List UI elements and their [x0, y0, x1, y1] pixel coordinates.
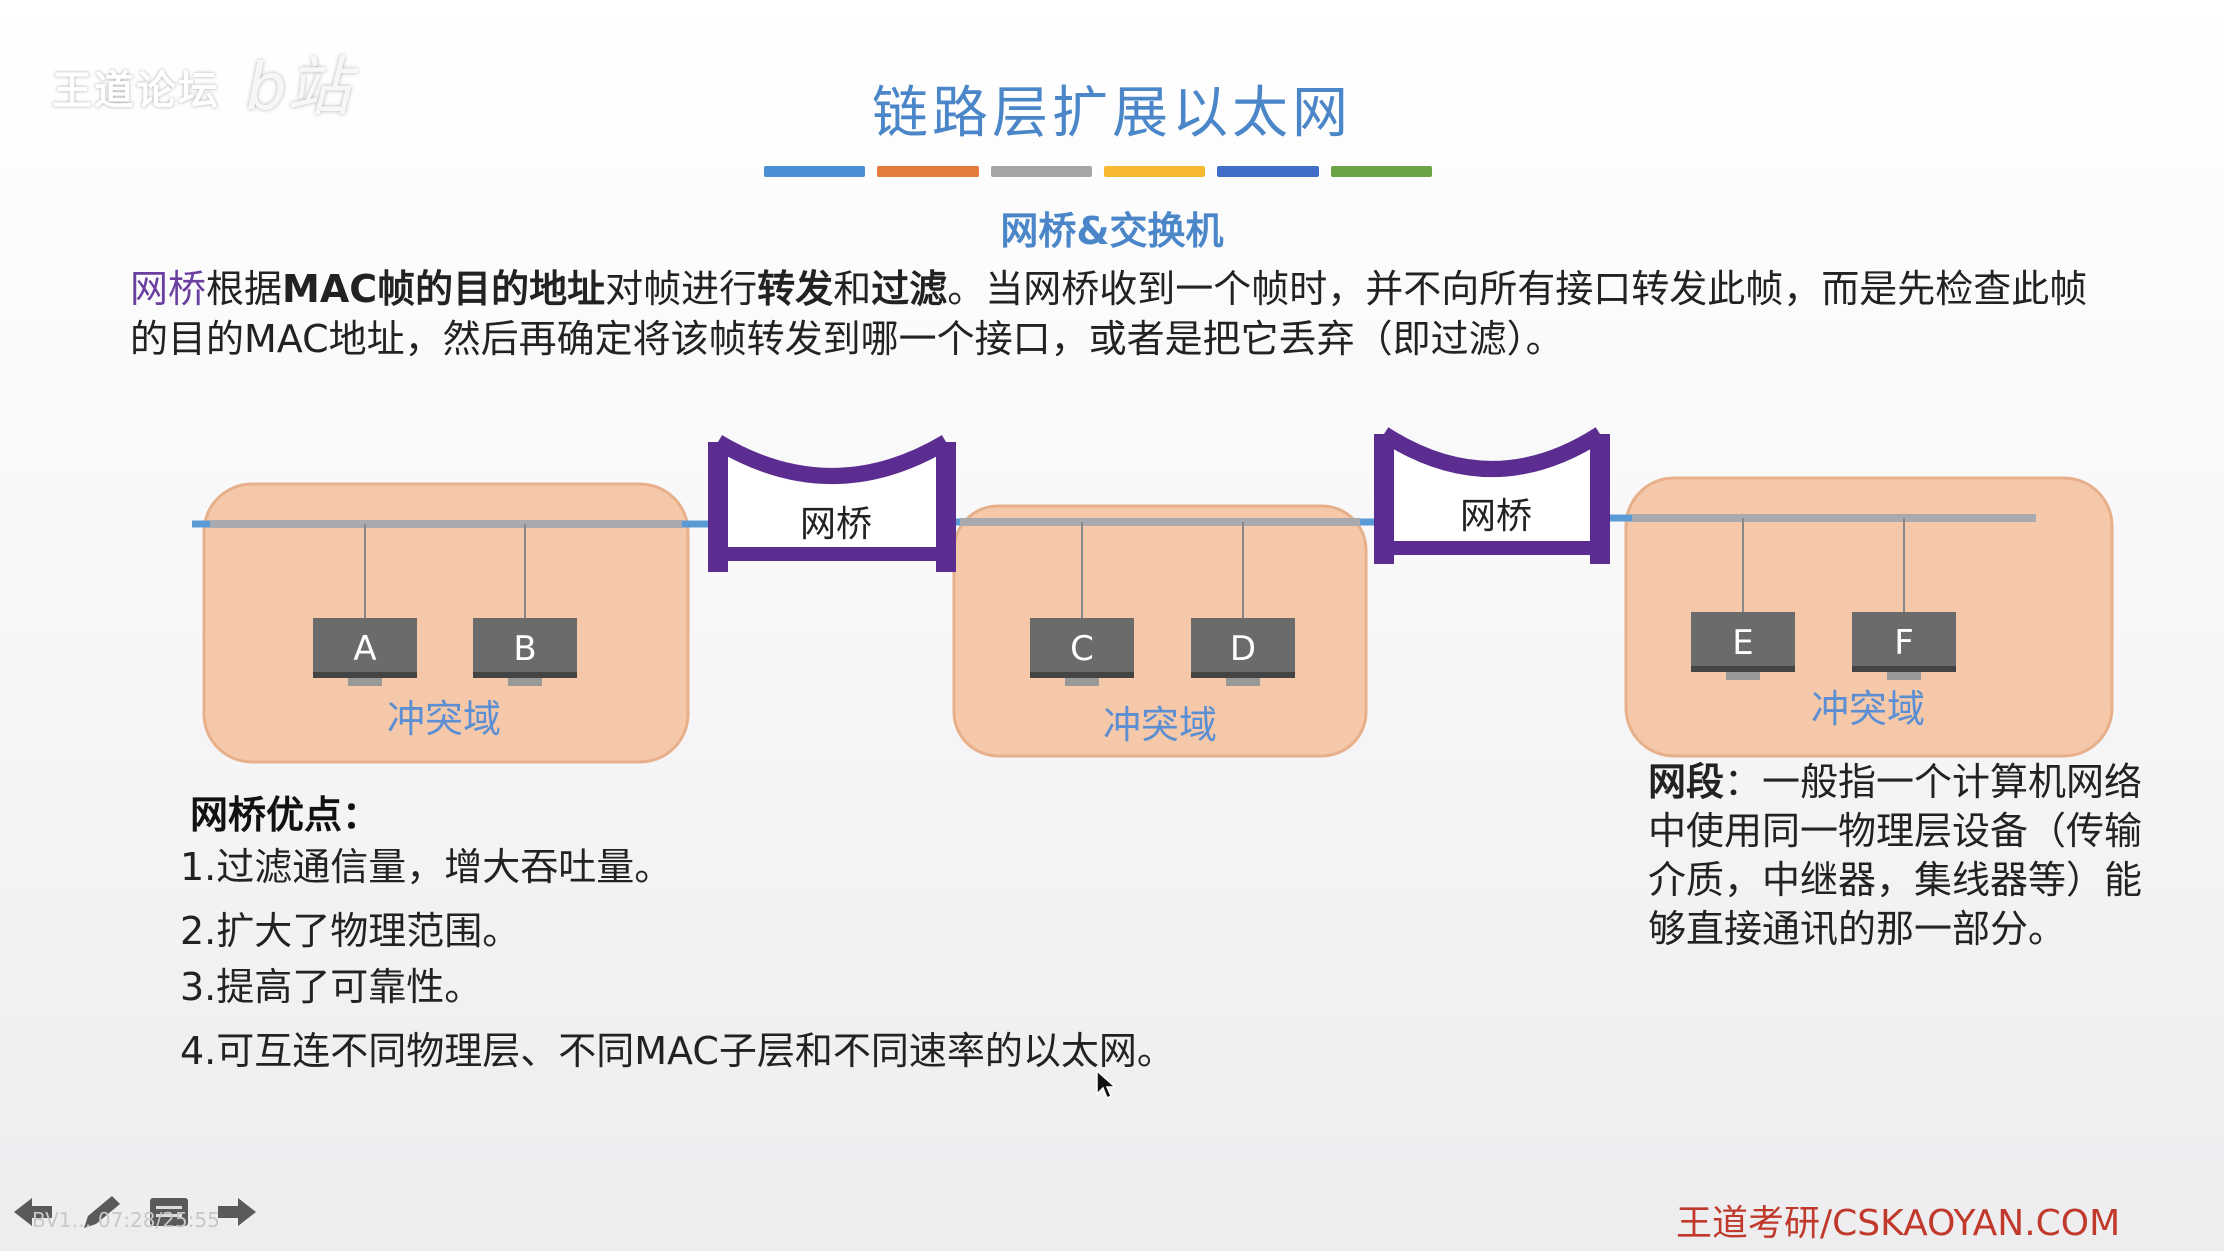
host-label: A: [353, 629, 376, 669]
monitor-stand: [1726, 672, 1760, 680]
mouse-cursor-icon: [1096, 1070, 1116, 1100]
bridge-label: 网桥: [1460, 496, 1532, 537]
monitor-base: [473, 672, 577, 678]
monitor-stand: [1065, 678, 1099, 686]
host-c: C: [1030, 618, 1134, 686]
monitor-base: [1691, 666, 1795, 672]
host-label: D: [1230, 629, 1256, 669]
term-forward: 转发: [757, 267, 834, 311]
advantage-item: 2.扩大了物理范围。: [180, 909, 521, 953]
section-subtitle: 网桥&交换机: [1000, 209, 1224, 253]
monitor-base: [1030, 672, 1134, 678]
title-color-bars: [764, 166, 1432, 177]
bridge-2: 网桥: [1374, 427, 1610, 564]
advantage-item: 1.过滤通信量，增大吞吐量。: [180, 845, 673, 889]
term-mac-dest: MAC帧的目的地址: [282, 267, 606, 311]
intro-paragraph: 网桥根据MAC帧的目的地址对帧进行转发和过滤。当网桥收到一个帧时，并不向所有接口…: [130, 264, 2120, 364]
host-f: F: [1852, 612, 1956, 680]
color-bar: [877, 166, 979, 177]
intro-text: 和: [833, 267, 872, 311]
monitor-base: [313, 672, 417, 678]
slide-title: 链路层扩展以太网: [872, 81, 1352, 146]
advantages-title: 网桥优点：: [190, 793, 381, 837]
advantage-item: 4.可互连不同物理层、不同MAC子层和不同速率的以太网。: [180, 1029, 1175, 1073]
color-bar: [764, 166, 866, 177]
monitor-stand: [1887, 672, 1921, 680]
monitor-stand: [1226, 678, 1260, 686]
bridge-network-diagram: A B C D E F 冲突域 冲突域 冲突域 网桥 网桥: [192, 427, 2114, 764]
host-label: B: [513, 629, 536, 669]
color-bar: [1330, 166, 1432, 177]
host-d: D: [1191, 618, 1295, 686]
monitor-stand: [508, 678, 542, 686]
host-label: F: [1894, 623, 1914, 663]
advantage-item: 3.提高了可靠性。: [180, 965, 483, 1009]
color-bar: [1217, 166, 1319, 177]
monitor-base: [1191, 672, 1295, 678]
collision-domain-label: 冲突域: [1103, 703, 1217, 747]
collision-domain-label: 冲突域: [387, 697, 501, 741]
color-bar: [1103, 166, 1206, 177]
host-label: E: [1732, 623, 1753, 663]
intro-text: 对帧进行: [605, 267, 758, 311]
bridge-1: 网桥: [708, 435, 956, 572]
segment-definition: 网段：一般指一个计算机网络中使用同一物理层设备（传输介质，中继器，集线器等）能够…: [1648, 758, 2168, 954]
intro-text: 根据: [206, 267, 283, 311]
footer-brand: 王道考研/CSKAOYAN.COM: [1676, 1203, 2121, 1244]
segment-term: 网段: [1648, 760, 1725, 804]
host-label: C: [1070, 629, 1094, 669]
host-b: B: [473, 618, 577, 686]
term-filter: 过滤: [871, 267, 948, 311]
collision-domain-label: 冲突域: [1811, 687, 1925, 731]
monitor-base: [1852, 666, 1956, 672]
bridge-label: 网桥: [800, 504, 872, 545]
host-e: E: [1691, 612, 1795, 680]
forward-arrow-icon[interactable]: [214, 1192, 260, 1232]
host-a: A: [313, 618, 417, 686]
player-info: BV1… 07:28/25:55: [32, 1208, 220, 1232]
term-bridge: 网桥: [130, 267, 207, 311]
color-bar: [990, 166, 1092, 177]
monitor-stand: [348, 678, 382, 686]
